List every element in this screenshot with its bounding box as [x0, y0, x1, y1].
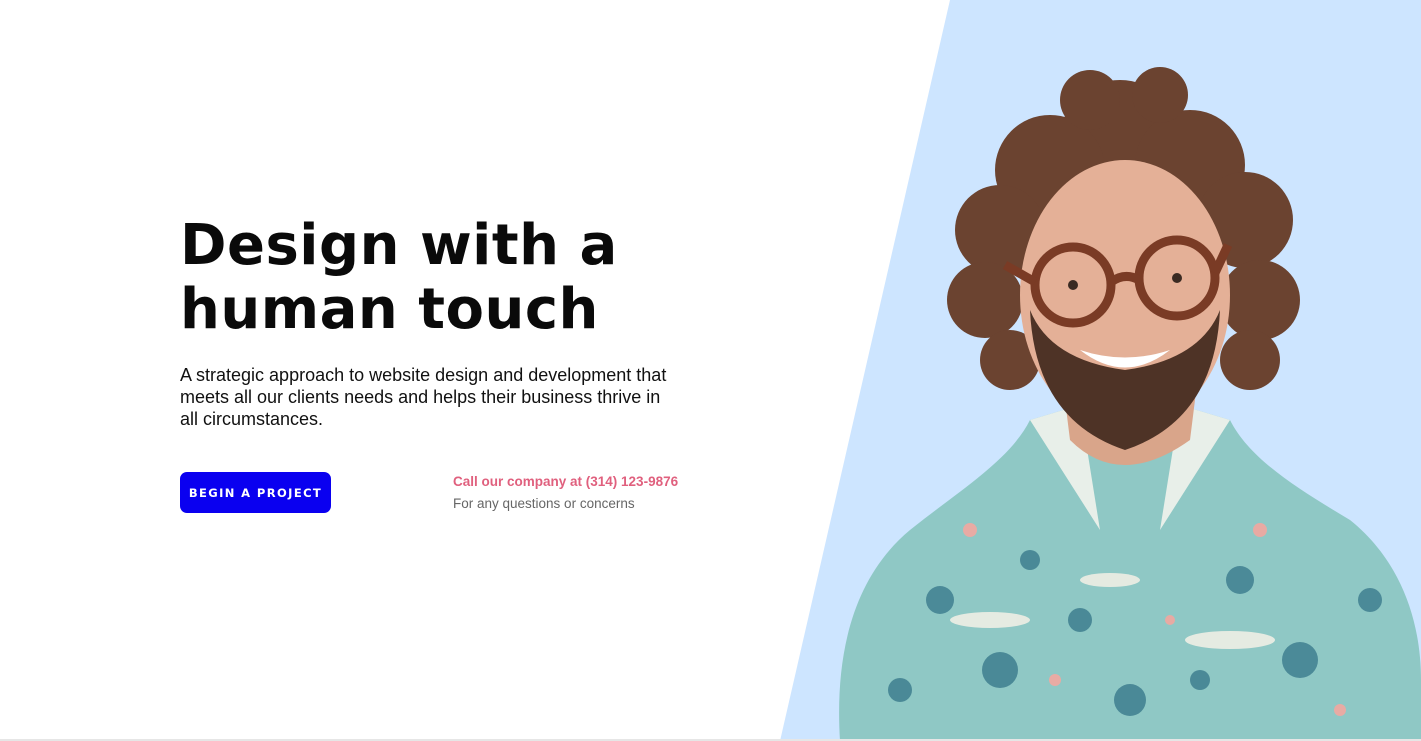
hero-subtitle: A strategic approach to website design a… — [180, 365, 667, 429]
hero-portrait-image — [839, 67, 1421, 741]
hero-headline: Design with a human touch — [180, 214, 740, 342]
contact-info: Call our company at (314) 123-9876 For a… — [453, 473, 678, 513]
hero-content: Design with a human touch A strategic ap… — [180, 214, 740, 430]
cta-row: BEGIN A PROJECT Call our company at (314… — [180, 470, 740, 520]
contact-phone[interactable]: Call our company at (314) 123-9876 — [453, 473, 678, 491]
begin-project-button[interactable]: BEGIN A PROJECT — [180, 472, 331, 513]
hero-headline-line-2: human touch — [180, 277, 599, 342]
contact-note: For any questions or concerns — [453, 496, 635, 511]
landing-page: Design with a human touch A strategic ap… — [0, 0, 1421, 741]
hero-headline-line-1: Design with a — [180, 213, 618, 278]
